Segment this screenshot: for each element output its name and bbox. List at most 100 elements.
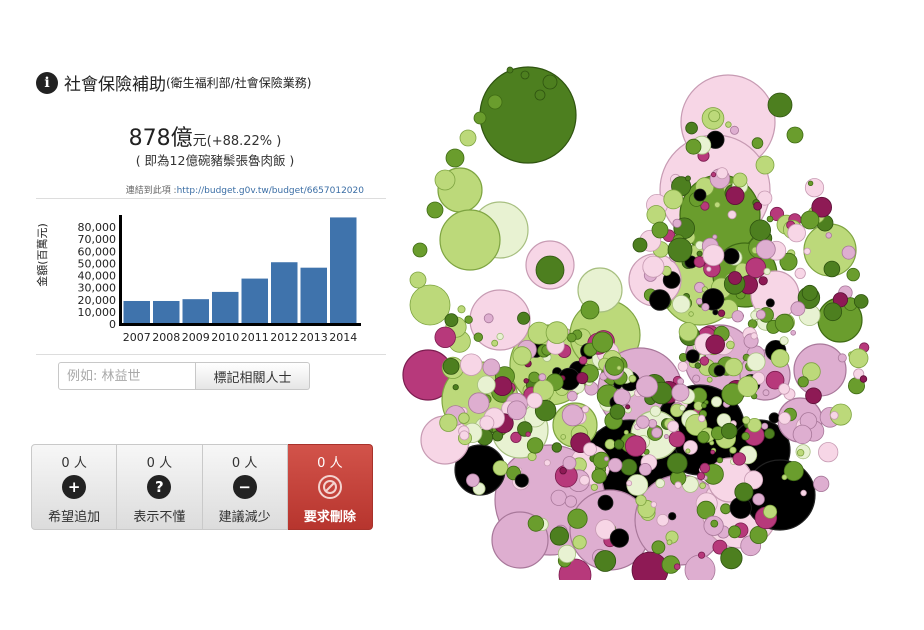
budget-bubble[interactable]	[848, 348, 869, 369]
budget-bubble[interactable]	[801, 284, 818, 301]
budget-bubble[interactable]	[459, 430, 470, 441]
budget-bubble[interactable]	[694, 362, 701, 369]
budget-bubble[interactable]	[803, 247, 811, 255]
budget-bubble[interactable]	[698, 414, 706, 423]
budget-bubble[interactable]	[583, 442, 597, 457]
budget-bubble[interactable]	[724, 357, 743, 377]
budget-bubble[interactable]	[692, 374, 701, 383]
budget-bubble[interactable]	[674, 481, 682, 489]
budget-bubble[interactable]	[609, 528, 629, 548]
budget-bubble[interactable]	[762, 389, 770, 397]
budget-bubble[interactable]	[613, 388, 631, 406]
budget-bubble[interactable]	[778, 383, 790, 395]
person-search-input[interactable]	[58, 362, 196, 390]
budget-bubble[interactable]	[781, 474, 788, 481]
permalink-url[interactable]: http://budget.g0v.tw/budget/6657012020	[177, 186, 364, 196]
budget-bubble-chart[interactable]	[400, 40, 900, 580]
budget-bubble[interactable]	[697, 472, 706, 481]
budget-bubble[interactable]	[732, 452, 747, 466]
budget-bubble[interactable]	[667, 237, 693, 263]
budget-bubble[interactable]	[604, 438, 616, 450]
budget-bubble[interactable]	[706, 266, 712, 272]
budget-bubble[interactable]	[638, 462, 652, 476]
budget-bubble[interactable]	[477, 375, 496, 395]
budget-bubble[interactable]	[591, 468, 607, 484]
budget-bubble[interactable]	[708, 110, 721, 123]
budget-bubble[interactable]	[774, 313, 794, 333]
vote-delete-button[interactable]: 0 人 要求刪除	[287, 444, 373, 530]
budget-bubble[interactable]	[527, 452, 537, 462]
budget-bubble[interactable]	[677, 361, 689, 372]
budget-bubble[interactable]	[666, 539, 673, 546]
budget-bubble[interactable]	[667, 420, 680, 433]
budget-bubble[interactable]	[590, 483, 598, 491]
budget-bubble[interactable]	[626, 480, 633, 487]
budget-bubble[interactable]	[651, 540, 666, 555]
budget-bubble[interactable]	[701, 402, 707, 409]
budget-bubble[interactable]	[779, 336, 789, 346]
budget-bubble[interactable]	[766, 215, 774, 223]
budget-bubble[interactable]	[409, 271, 427, 289]
budget-bubble[interactable]	[496, 332, 504, 341]
budget-bubble[interactable]	[439, 413, 458, 432]
budget-bubble[interactable]	[710, 172, 717, 178]
budget-bubble[interactable]	[534, 89, 546, 101]
budget-bubble[interactable]	[753, 201, 763, 211]
budget-bubble[interactable]	[763, 504, 778, 519]
budget-bubble[interactable]	[646, 205, 666, 225]
budget-bubble[interactable]	[557, 544, 577, 564]
budget-bubble[interactable]	[701, 302, 710, 312]
budget-bubble[interactable]	[560, 434, 567, 440]
budget-bubble[interactable]	[679, 404, 686, 412]
budget-bubble[interactable]	[770, 348, 790, 368]
budget-bubble[interactable]	[685, 448, 691, 454]
budget-bubble[interactable]	[579, 474, 590, 486]
budget-bubble[interactable]	[829, 411, 839, 420]
budget-bubble[interactable]	[683, 440, 698, 455]
budget-bubble[interactable]	[523, 378, 529, 384]
vote-confused-button[interactable]: 0 人 ? 表示不懂	[117, 444, 203, 530]
budget-bubble[interactable]	[561, 404, 584, 427]
budget-bubble[interactable]	[684, 554, 716, 580]
budget-bubble[interactable]	[526, 392, 543, 409]
budget-bubble[interactable]	[559, 467, 567, 475]
budget-bubble[interactable]	[567, 508, 588, 529]
budget-bubble[interactable]	[591, 331, 614, 353]
budget-bubble[interactable]	[750, 332, 758, 340]
budget-bubble[interactable]	[746, 352, 766, 372]
budget-bubble[interactable]	[729, 125, 739, 135]
budget-bubble[interactable]	[525, 431, 531, 437]
budget-bubble[interactable]	[551, 442, 563, 453]
budget-bubble[interactable]	[578, 355, 588, 365]
budget-bubble[interactable]	[790, 329, 797, 336]
budget-bubble[interactable]	[685, 349, 700, 364]
info-icon[interactable]: i	[36, 71, 58, 94]
budget-bubble[interactable]	[741, 432, 750, 441]
budget-bubble[interactable]	[693, 188, 707, 202]
budget-bubble[interactable]	[466, 473, 480, 488]
budget-bubble[interactable]	[685, 175, 691, 182]
budget-bubble[interactable]	[535, 255, 565, 285]
budget-bubble[interactable]	[603, 456, 609, 462]
budget-bubble[interactable]	[720, 546, 743, 570]
budget-bubble[interactable]	[705, 334, 726, 355]
budget-bubble[interactable]	[647, 418, 658, 429]
budget-bubble[interactable]	[710, 396, 722, 408]
budget-bubble[interactable]	[549, 526, 569, 546]
budget-bubble[interactable]	[697, 551, 706, 559]
budget-bubble[interactable]	[787, 223, 806, 243]
budget-bubble[interactable]	[713, 364, 726, 377]
budget-bubble[interactable]	[409, 284, 451, 326]
budget-bubble[interactable]	[526, 437, 544, 454]
budget-bubble[interactable]	[520, 70, 530, 80]
budget-bubble[interactable]	[732, 172, 748, 188]
budget-bubble[interactable]	[706, 376, 713, 383]
budget-bubble[interactable]	[755, 309, 766, 320]
budget-bubble[interactable]	[794, 267, 806, 279]
budget-bubble[interactable]	[807, 180, 814, 186]
budget-bubble[interactable]	[695, 297, 703, 305]
budget-bubble[interactable]	[663, 434, 669, 439]
budget-bubble[interactable]	[717, 309, 726, 317]
budget-bubble[interactable]	[538, 373, 547, 382]
budget-bubble[interactable]	[853, 294, 869, 309]
